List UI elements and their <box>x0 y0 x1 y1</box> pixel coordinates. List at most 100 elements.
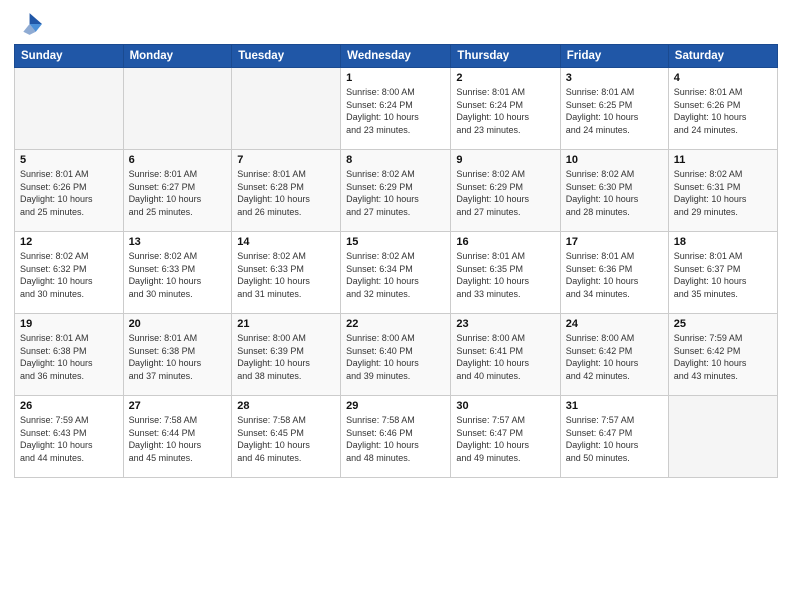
day-cell: 23 Sunrise: 8:00 AM Sunset: 6:41 PM Dayli… <box>451 314 560 396</box>
day-info: Sunrise: 8:01 AM Sunset: 6:37 PM Dayligh… <box>674 250 772 300</box>
day-number: 13 <box>129 236 227 248</box>
day-number: 31 <box>566 400 663 412</box>
day-cell: 22 Sunrise: 8:00 AM Sunset: 6:40 PM Dayli… <box>341 314 451 396</box>
day-info: Sunrise: 7:57 AM Sunset: 6:47 PM Dayligh… <box>566 414 663 464</box>
day-info: Sunrise: 8:02 AM Sunset: 6:29 PM Dayligh… <box>346 168 445 218</box>
day-cell: 20 Sunrise: 8:01 AM Sunset: 6:38 PM Dayli… <box>123 314 232 396</box>
weekday-header-monday: Monday <box>123 45 232 68</box>
day-cell: 18 Sunrise: 8:01 AM Sunset: 6:37 PM Dayli… <box>668 232 777 314</box>
day-info: Sunrise: 8:01 AM Sunset: 6:24 PM Dayligh… <box>456 86 554 136</box>
day-number: 17 <box>566 236 663 248</box>
day-cell: 28 Sunrise: 7:58 AM Sunset: 6:45 PM Dayli… <box>232 396 341 478</box>
day-info: Sunrise: 8:01 AM Sunset: 6:36 PM Dayligh… <box>566 250 663 300</box>
day-info: Sunrise: 8:01 AM Sunset: 6:27 PM Dayligh… <box>129 168 227 218</box>
day-info: Sunrise: 7:58 AM Sunset: 6:45 PM Dayligh… <box>237 414 335 464</box>
day-info: Sunrise: 7:58 AM Sunset: 6:46 PM Dayligh… <box>346 414 445 464</box>
day-info: Sunrise: 8:01 AM Sunset: 6:35 PM Dayligh… <box>456 250 554 300</box>
day-cell: 3Sunrise: 8:01 AM Sunset: 6:25 PM Daylig… <box>560 68 668 150</box>
day-cell: 4 Sunrise: 8:01 AM Sunset: 6:26 PM Daylig… <box>668 68 777 150</box>
day-cell <box>668 396 777 478</box>
weekday-header-tuesday: Tuesday <box>232 45 341 68</box>
day-cell: 17 Sunrise: 8:01 AM Sunset: 6:36 PM Dayli… <box>560 232 668 314</box>
day-cell: 31 Sunrise: 7:57 AM Sunset: 6:47 PM Dayli… <box>560 396 668 478</box>
day-cell: 5 Sunrise: 8:01 AM Sunset: 6:26 PM Daylig… <box>15 150 124 232</box>
day-number: 21 <box>237 318 335 330</box>
day-cell: 7 Sunrise: 8:01 AM Sunset: 6:28 PM Daylig… <box>232 150 341 232</box>
day-cell <box>123 68 232 150</box>
day-cell: 11 Sunrise: 8:02 AM Sunset: 6:31 PM Dayli… <box>668 150 777 232</box>
day-number: 6 <box>129 154 227 166</box>
day-info: Sunrise: 7:59 AM Sunset: 6:43 PM Dayligh… <box>20 414 118 464</box>
day-cell: 13 Sunrise: 8:02 AM Sunset: 6:33 PM Dayli… <box>123 232 232 314</box>
day-info: Sunrise: 8:00 AM Sunset: 6:42 PM Dayligh… <box>566 332 663 382</box>
day-number: 18 <box>674 236 772 248</box>
day-number: 11 <box>674 154 772 166</box>
day-number: 3 <box>566 72 663 84</box>
day-cell: 27Sunrise: 7:58 AM Sunset: 6:44 PM Dayli… <box>123 396 232 478</box>
day-cell: 29 Sunrise: 7:58 AM Sunset: 6:46 PM Dayli… <box>341 396 451 478</box>
day-number: 24 <box>566 318 663 330</box>
calendar-table: SundayMondayTuesdayWednesdayThursdayFrid… <box>14 44 778 478</box>
day-cell: 25 Sunrise: 7:59 AM Sunset: 6:42 PM Dayli… <box>668 314 777 396</box>
day-number: 23 <box>456 318 554 330</box>
day-info: Sunrise: 8:02 AM Sunset: 6:34 PM Dayligh… <box>346 250 445 300</box>
day-info: Sunrise: 8:02 AM Sunset: 6:31 PM Dayligh… <box>674 168 772 218</box>
day-info: Sunrise: 7:59 AM Sunset: 6:42 PM Dayligh… <box>674 332 772 382</box>
day-info: Sunrise: 8:02 AM Sunset: 6:33 PM Dayligh… <box>129 250 227 300</box>
day-number: 8 <box>346 154 445 166</box>
week-row-5: 26 Sunrise: 7:59 AM Sunset: 6:43 PM Dayli… <box>15 396 778 478</box>
week-row-1: 1Sunrise: 8:00 AM Sunset: 6:24 PM Daylig… <box>15 68 778 150</box>
day-number: 25 <box>674 318 772 330</box>
day-cell: 2 Sunrise: 8:01 AM Sunset: 6:24 PM Daylig… <box>451 68 560 150</box>
day-cell: 26 Sunrise: 7:59 AM Sunset: 6:43 PM Dayli… <box>15 396 124 478</box>
day-number: 7 <box>237 154 335 166</box>
day-info: Sunrise: 7:57 AM Sunset: 6:47 PM Dayligh… <box>456 414 554 464</box>
day-cell: 15 Sunrise: 8:02 AM Sunset: 6:34 PM Dayli… <box>341 232 451 314</box>
day-cell: 10Sunrise: 8:02 AM Sunset: 6:30 PM Dayli… <box>560 150 668 232</box>
weekday-header-friday: Friday <box>560 45 668 68</box>
day-number: 5 <box>20 154 118 166</box>
day-info: Sunrise: 8:01 AM Sunset: 6:26 PM Dayligh… <box>674 86 772 136</box>
day-info: Sunrise: 8:01 AM Sunset: 6:38 PM Dayligh… <box>20 332 118 382</box>
day-number: 20 <box>129 318 227 330</box>
day-number: 19 <box>20 318 118 330</box>
day-info: Sunrise: 8:00 AM Sunset: 6:24 PM Dayligh… <box>346 86 445 136</box>
day-number: 4 <box>674 72 772 84</box>
day-cell <box>15 68 124 150</box>
day-number: 29 <box>346 400 445 412</box>
day-info: Sunrise: 8:01 AM Sunset: 6:26 PM Dayligh… <box>20 168 118 218</box>
weekday-header-wednesday: Wednesday <box>341 45 451 68</box>
day-number: 28 <box>237 400 335 412</box>
day-cell: 8 Sunrise: 8:02 AM Sunset: 6:29 PM Daylig… <box>341 150 451 232</box>
day-number: 22 <box>346 318 445 330</box>
day-cell: 9Sunrise: 8:02 AM Sunset: 6:29 PM Daylig… <box>451 150 560 232</box>
day-info: Sunrise: 8:01 AM Sunset: 6:38 PM Dayligh… <box>129 332 227 382</box>
day-number: 26 <box>20 400 118 412</box>
header <box>14 10 778 38</box>
day-info: Sunrise: 8:02 AM Sunset: 6:30 PM Dayligh… <box>566 168 663 218</box>
day-number: 15 <box>346 236 445 248</box>
day-cell: 1Sunrise: 8:00 AM Sunset: 6:24 PM Daylig… <box>341 68 451 150</box>
page: SundayMondayTuesdayWednesdayThursdayFrid… <box>0 0 792 612</box>
day-info: Sunrise: 8:02 AM Sunset: 6:32 PM Dayligh… <box>20 250 118 300</box>
day-cell: 16 Sunrise: 8:01 AM Sunset: 6:35 PM Dayli… <box>451 232 560 314</box>
day-cell: 30 Sunrise: 7:57 AM Sunset: 6:47 PM Dayli… <box>451 396 560 478</box>
day-number: 30 <box>456 400 554 412</box>
week-row-4: 19 Sunrise: 8:01 AM Sunset: 6:38 PM Dayli… <box>15 314 778 396</box>
day-number: 9 <box>456 154 554 166</box>
day-info: Sunrise: 8:02 AM Sunset: 6:33 PM Dayligh… <box>237 250 335 300</box>
weekday-header-saturday: Saturday <box>668 45 777 68</box>
weekday-header-row: SundayMondayTuesdayWednesdayThursdayFrid… <box>15 45 778 68</box>
day-cell: 12Sunrise: 8:02 AM Sunset: 6:32 PM Dayli… <box>15 232 124 314</box>
day-number: 16 <box>456 236 554 248</box>
day-info: Sunrise: 8:00 AM Sunset: 6:40 PM Dayligh… <box>346 332 445 382</box>
day-info: Sunrise: 8:01 AM Sunset: 6:28 PM Dayligh… <box>237 168 335 218</box>
day-info: Sunrise: 7:58 AM Sunset: 6:44 PM Dayligh… <box>129 414 227 464</box>
day-cell: 6 Sunrise: 8:01 AM Sunset: 6:27 PM Daylig… <box>123 150 232 232</box>
day-info: Sunrise: 8:00 AM Sunset: 6:41 PM Dayligh… <box>456 332 554 382</box>
week-row-2: 5 Sunrise: 8:01 AM Sunset: 6:26 PM Daylig… <box>15 150 778 232</box>
weekday-header-sunday: Sunday <box>15 45 124 68</box>
day-number: 2 <box>456 72 554 84</box>
day-cell: 14Sunrise: 8:02 AM Sunset: 6:33 PM Dayli… <box>232 232 341 314</box>
logo-icon <box>14 10 42 38</box>
